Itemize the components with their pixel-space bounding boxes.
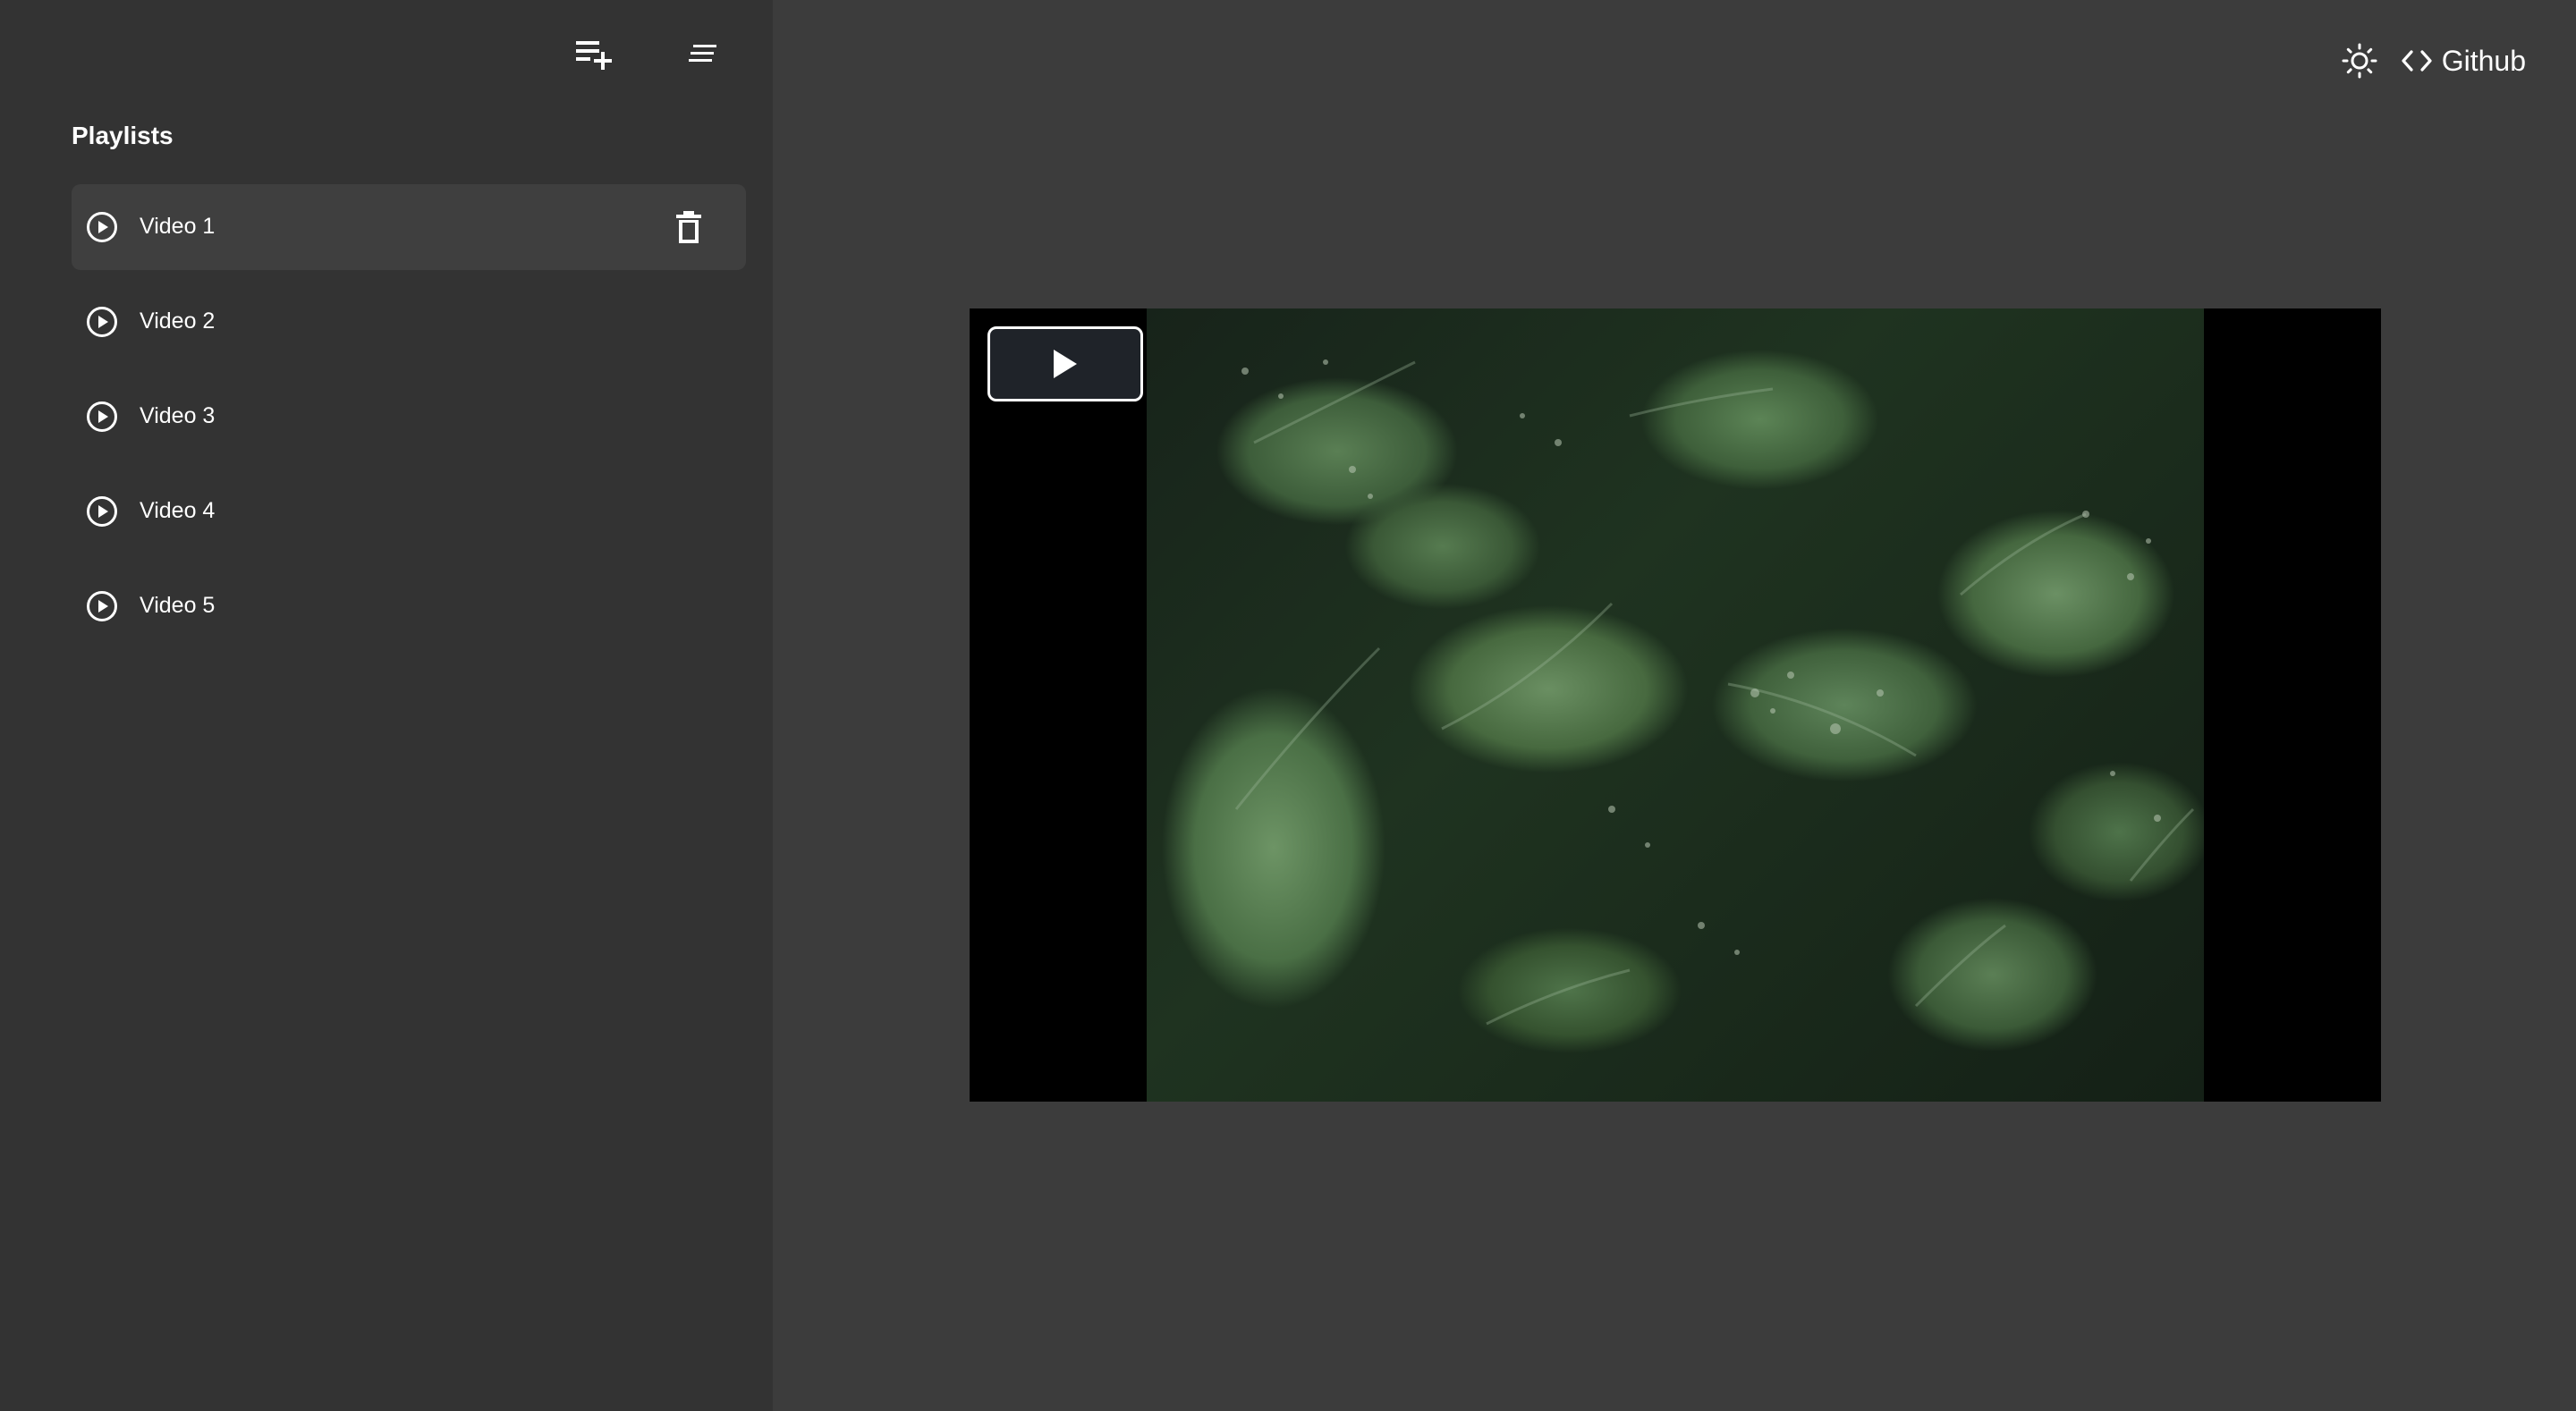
playlist-item-label: Video 4	[140, 498, 216, 523]
video-player[interactable]	[970, 308, 2381, 1102]
sort-playlist-button[interactable]	[676, 27, 730, 80]
playlist-item-video-2[interactable]: Video 2	[72, 279, 746, 365]
playlist-item-label: Video 3	[140, 403, 216, 428]
github-label: Github	[2441, 44, 2526, 77]
playlist-item-video-1[interactable]: Video 1	[72, 184, 746, 270]
playlist-item-label: Video 2	[140, 308, 216, 334]
sidebar: Playlists Video 1 Video 2 Video 3 Video …	[0, 0, 773, 1411]
delete-video-button[interactable]	[671, 209, 707, 245]
playlist-item-label: Video 5	[140, 593, 216, 618]
header-actions: Github	[2338, 39, 2526, 82]
play-circle-icon	[87, 591, 117, 621]
play-circle-icon	[87, 496, 117, 527]
play-icon	[1054, 350, 1077, 378]
theme-toggle-button[interactable]	[2338, 39, 2381, 82]
playlists-heading: Playlists	[72, 122, 174, 149]
app-root: Playlists Video 1 Video 2 Video 3 Video …	[0, 0, 2576, 1411]
playlist-add-icon	[576, 41, 612, 70]
play-circle-icon	[87, 401, 117, 432]
playlist: Video 1 Video 2 Video 3 Video 4 Video 5	[72, 184, 746, 658]
video-poster	[1147, 308, 2204, 1102]
playlist-item-video-3[interactable]: Video 3	[72, 374, 746, 460]
add-to-playlist-button[interactable]	[567, 27, 621, 80]
playlist-item-label: Video 1	[140, 214, 216, 239]
play-circle-icon	[87, 307, 117, 337]
leaves-illustration	[1234, 359, 2195, 1026]
sidebar-toolbar	[0, 27, 773, 80]
github-link[interactable]: Github	[2401, 45, 2526, 78]
sort-lines-icon	[689, 45, 716, 62]
sun-icon	[2342, 43, 2377, 79]
playlist-item-video-4[interactable]: Video 4	[72, 469, 746, 554]
trash-icon	[676, 211, 701, 243]
code-icon	[2402, 50, 2432, 72]
big-play-button[interactable]	[987, 326, 1143, 401]
play-circle-icon	[87, 212, 117, 242]
playlist-item-video-5[interactable]: Video 5	[72, 563, 746, 649]
